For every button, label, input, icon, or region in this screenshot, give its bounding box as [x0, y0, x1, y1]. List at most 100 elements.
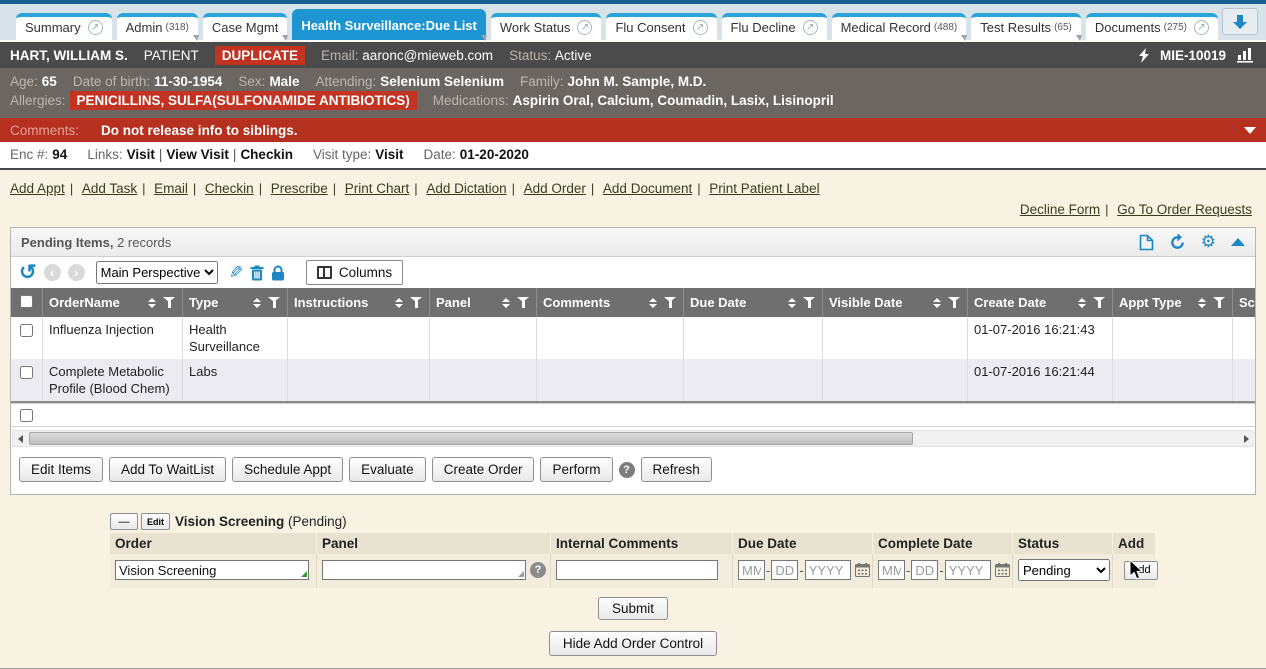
new-document-icon[interactable] [1139, 234, 1154, 251]
column-header-visible-date[interactable]: Visible Date [823, 288, 968, 317]
internal-comments-input[interactable] [556, 560, 718, 580]
collapse-panel-icon[interactable] [1231, 238, 1245, 246]
row-checkbox[interactable] [20, 366, 33, 379]
perspective-select[interactable]: Main Perspective [96, 261, 218, 284]
calendar-icon[interactable] [855, 563, 870, 577]
sort-icon[interactable] [643, 298, 657, 308]
external-link-icon[interactable]: ↗ [1194, 20, 1209, 35]
link-print-chart[interactable]: Print Chart [345, 181, 410, 196]
row-checkbox[interactable] [20, 324, 33, 337]
column-header-appt-type[interactable]: Appt Type [1113, 288, 1233, 317]
filter-icon[interactable] [410, 297, 423, 308]
lightning-icon[interactable] [1139, 48, 1150, 63]
external-link-icon[interactable]: ↗ [88, 20, 103, 35]
column-header-panel[interactable]: Panel [430, 288, 537, 317]
delete-perspective-icon[interactable] [250, 265, 264, 281]
filter-icon[interactable] [1213, 297, 1226, 308]
sort-icon[interactable] [142, 298, 156, 308]
select-all-checkbox[interactable] [11, 288, 43, 317]
column-header-instructions[interactable]: Instructions [288, 288, 430, 317]
filter-icon[interactable] [803, 297, 816, 308]
tab-case-mgmt[interactable]: Case Mgmt [203, 13, 287, 40]
hide-add-order-control-button[interactable]: Hide Add Order Control [549, 631, 717, 656]
column-header-due-date[interactable]: Due Date [684, 288, 823, 317]
filter-icon[interactable] [948, 297, 961, 308]
column-header-sc[interactable]: Sc [1233, 288, 1255, 317]
link-add-order[interactable]: Add Order [524, 181, 586, 196]
due-date-year-input[interactable] [805, 560, 851, 580]
collapse-section-button[interactable]: — [110, 513, 138, 530]
chevron-down-icon[interactable] [1244, 127, 1256, 134]
gear-icon[interactable]: ⚙ [1201, 235, 1216, 249]
add-button[interactable]: Add [1124, 561, 1158, 580]
link-add-document[interactable]: Add Document [603, 181, 692, 196]
filter-icon[interactable] [664, 297, 677, 308]
link-decline-form[interactable]: Decline Form [1020, 202, 1100, 217]
scrollbar-thumb[interactable] [29, 432, 913, 445]
tab-overflow-down-arrow-button[interactable] [1222, 8, 1258, 35]
due-date-month-input[interactable] [738, 560, 765, 580]
sort-icon[interactable] [247, 298, 261, 308]
column-header-ordername[interactable]: OrderName [43, 288, 183, 317]
status-select[interactable]: Pending [1018, 559, 1110, 581]
horizontal-scrollbar[interactable] [12, 430, 1254, 447]
tab-admin[interactable]: Admin (318) [117, 13, 198, 40]
refresh-icon[interactable] [1169, 234, 1186, 251]
link-print-patient-label[interactable]: Print Patient Label [709, 181, 819, 196]
external-link-icon[interactable]: ↗ [803, 20, 818, 35]
due-date-day-input[interactable] [771, 560, 798, 580]
tab-health-surveillance-due-list[interactable]: Health Surveillance:Due List [292, 9, 486, 40]
undo-icon[interactable]: ↺ [19, 264, 37, 282]
tab-work-status[interactable]: Work Status ↗ [491, 13, 602, 40]
link-add-task[interactable]: Add Task [82, 181, 137, 196]
scroll-right-icon[interactable] [1239, 435, 1253, 443]
table-row[interactable]: Complete Metabolic Profile (Blood Chem) … [11, 359, 1255, 401]
panel-help-icon[interactable]: ? [530, 562, 546, 578]
footer-select-all-checkbox[interactable] [20, 409, 33, 422]
link-visit[interactable]: Visit [127, 147, 155, 162]
filter-icon[interactable] [163, 297, 176, 308]
link-checkin-action[interactable]: Checkin [205, 181, 254, 196]
filter-icon[interactable] [268, 297, 281, 308]
complete-date-year-input[interactable] [945, 560, 991, 580]
link-email[interactable]: Email [154, 181, 188, 196]
evaluate-button[interactable]: Evaluate [349, 457, 426, 482]
edit-section-button[interactable]: Edit [141, 513, 170, 530]
tab-test-results[interactable]: Test Results (65) [971, 13, 1081, 40]
filter-icon[interactable] [517, 297, 530, 308]
external-link-icon[interactable]: ↗ [693, 20, 708, 35]
tab-medical-record[interactable]: Medical Record (488) [832, 13, 967, 40]
link-add-dictation[interactable]: Add Dictation [426, 181, 506, 196]
refresh-button[interactable]: Refresh [641, 457, 712, 482]
bar-chart-icon[interactable] [1236, 47, 1256, 63]
select-all-checkbox[interactable] [20, 295, 33, 308]
tab-documents[interactable]: Documents (275) ↗ [1086, 13, 1218, 40]
schedule-appt-button[interactable]: Schedule Appt [232, 457, 343, 482]
help-icon[interactable]: ? [619, 462, 635, 478]
complete-date-month-input[interactable] [878, 560, 905, 580]
sort-icon[interactable] [1072, 298, 1086, 308]
perform-button[interactable]: Perform [540, 457, 612, 482]
external-link-icon[interactable]: ↗ [577, 20, 592, 35]
sort-icon[interactable] [782, 298, 796, 308]
submit-button[interactable]: Submit [598, 597, 668, 620]
link-go-to-order-requests[interactable]: Go To Order Requests [1117, 202, 1252, 217]
lock-icon[interactable] [271, 265, 285, 281]
duplicate-badge[interactable]: DUPLICATE [215, 46, 305, 65]
sort-icon[interactable] [389, 298, 403, 308]
filter-icon[interactable] [1093, 297, 1106, 308]
panel-input[interactable] [322, 560, 526, 580]
link-prescribe[interactable]: Prescribe [271, 181, 328, 196]
sort-icon[interactable] [927, 298, 941, 308]
columns-button[interactable]: Columns [306, 260, 403, 285]
create-order-button[interactable]: Create Order [432, 457, 535, 482]
order-input[interactable] [115, 560, 309, 580]
tab-summary[interactable]: Summary ↗ [16, 13, 112, 40]
add-to-waitlist-button[interactable]: Add To WaitList [109, 457, 226, 482]
link-checkin[interactable]: Checkin [240, 147, 293, 162]
calendar-icon[interactable] [995, 563, 1010, 577]
history-forward-icon[interactable]: › [68, 264, 85, 281]
sort-icon[interactable] [496, 298, 510, 308]
edit-items-button[interactable]: Edit Items [19, 457, 103, 482]
scroll-left-icon[interactable] [13, 435, 27, 443]
